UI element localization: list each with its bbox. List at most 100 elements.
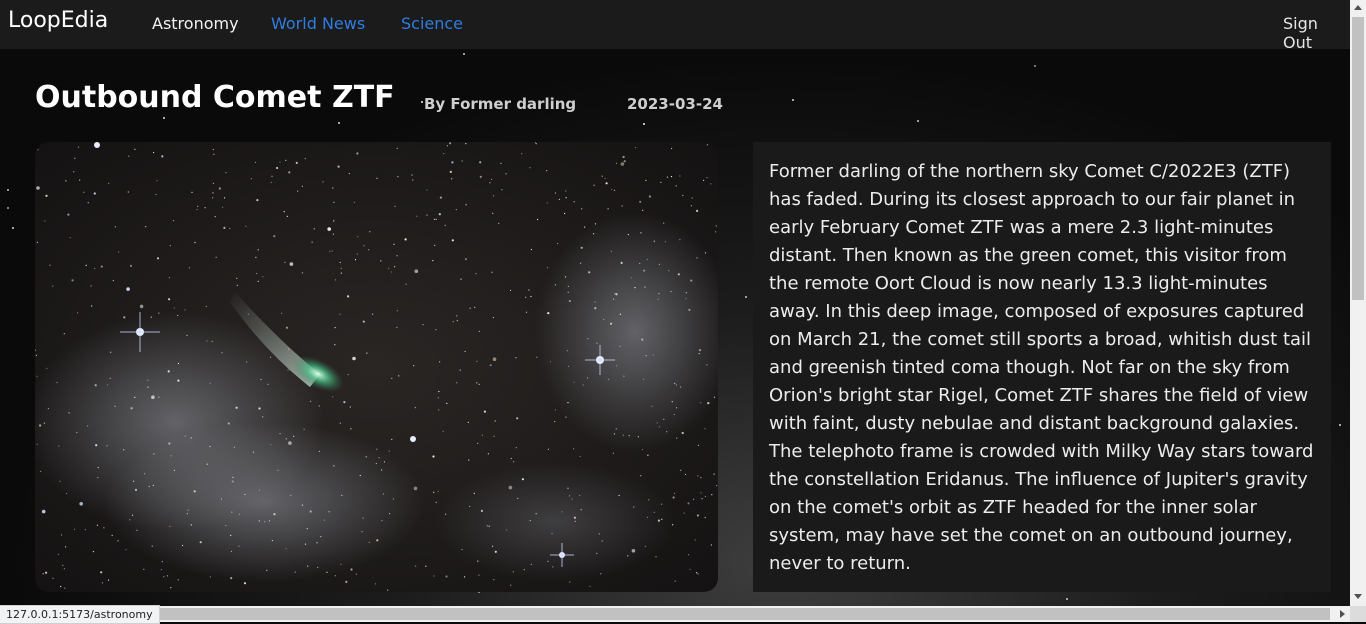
article-author: By Former darling xyxy=(424,95,577,113)
photo-star xyxy=(118,251,120,253)
horizontal-scroll-thumb[interactable] xyxy=(148,608,1330,620)
photo-star xyxy=(696,257,698,259)
photo-star xyxy=(546,170,548,172)
photo-star xyxy=(492,357,497,361)
article-page: Outbound Comet ZTF By Former darling 202… xyxy=(0,49,1350,606)
photo-star xyxy=(425,565,427,567)
photo-star xyxy=(293,435,295,437)
photo-star xyxy=(698,349,702,352)
photo-star xyxy=(273,513,276,516)
photo-star xyxy=(697,573,699,575)
photo-star xyxy=(244,493,246,496)
photo-star xyxy=(267,383,269,385)
photo-star xyxy=(477,560,479,562)
photo-star xyxy=(177,579,179,581)
photo-star xyxy=(688,308,691,311)
background-star xyxy=(7,189,9,191)
photo-star xyxy=(339,422,341,424)
photo-star xyxy=(231,511,233,513)
photo-star xyxy=(163,576,165,578)
photo-star xyxy=(391,438,393,440)
photo-star xyxy=(60,534,63,536)
photo-star xyxy=(492,316,494,319)
photo-star xyxy=(184,309,186,311)
photo-star xyxy=(521,478,524,481)
photo-star xyxy=(608,378,610,380)
background-star xyxy=(421,101,423,103)
photo-star xyxy=(44,220,46,222)
photo-star xyxy=(715,231,717,233)
photo-star xyxy=(339,261,341,264)
photo-star xyxy=(671,401,673,403)
photo-star xyxy=(627,555,629,557)
nav-link-astronomy[interactable]: Astronomy xyxy=(152,14,239,33)
photo-star xyxy=(143,568,145,570)
photo-star xyxy=(426,214,428,216)
vertical-scroll-thumb[interactable] xyxy=(1352,17,1364,300)
photo-star xyxy=(652,354,654,356)
scroll-up-icon[interactable] xyxy=(1354,5,1362,10)
photo-star xyxy=(362,320,365,323)
photo-star xyxy=(91,305,93,307)
photo-star xyxy=(582,384,584,386)
photo-star xyxy=(704,428,706,430)
photo-star xyxy=(640,475,642,477)
photo-star xyxy=(170,587,172,589)
photo-star xyxy=(186,513,188,515)
scroll-down-icon[interactable] xyxy=(1354,594,1362,599)
photo-star xyxy=(710,544,713,546)
vertical-scrollbar[interactable] xyxy=(1350,0,1366,606)
photo-star xyxy=(205,305,207,308)
status-bar-url: 127.0.0.1:5173/astronomy xyxy=(0,605,160,624)
photo-star xyxy=(596,552,598,554)
photo-star xyxy=(177,362,180,365)
photo-star xyxy=(85,264,87,266)
photo-star xyxy=(671,147,673,150)
background-star xyxy=(338,122,340,124)
photo-star xyxy=(426,189,428,191)
photo-star xyxy=(610,250,612,252)
photo-star xyxy=(353,201,356,203)
photo-star xyxy=(627,234,630,236)
nav-link-world-news[interactable]: World News xyxy=(271,14,365,33)
photo-star xyxy=(523,569,525,571)
photo-star xyxy=(558,198,560,200)
photo-star xyxy=(103,527,105,529)
photo-star xyxy=(640,232,642,234)
photo-star xyxy=(641,448,644,451)
photo-star xyxy=(432,455,435,458)
sign-out-link[interactable]: Sign Out xyxy=(1283,14,1350,52)
photo-star xyxy=(663,222,665,224)
photo-star xyxy=(168,277,170,279)
photo-star xyxy=(438,213,441,216)
photo-star xyxy=(674,382,676,384)
photo-star xyxy=(317,566,319,568)
photo-star xyxy=(574,520,576,522)
nav-link-science[interactable]: Science xyxy=(401,14,463,33)
photo-star xyxy=(486,525,488,527)
photo-star xyxy=(233,446,235,448)
photo-star xyxy=(65,180,67,182)
photo-star xyxy=(204,207,206,209)
photo-star xyxy=(569,581,571,583)
photo-star xyxy=(444,224,446,226)
photo-star xyxy=(368,249,370,251)
photo-star xyxy=(366,352,368,354)
photo-star xyxy=(136,529,138,531)
photo-star xyxy=(87,425,89,427)
photo-star xyxy=(605,182,608,185)
photo-star xyxy=(397,176,399,178)
horizontal-scrollbar[interactable] xyxy=(0,606,1350,622)
brand-logo[interactable]: LoopEdia xyxy=(8,8,108,33)
photo-star xyxy=(452,321,454,323)
photo-star xyxy=(643,269,646,272)
photo-star xyxy=(134,396,136,398)
photo-star xyxy=(573,448,575,450)
photo-star xyxy=(387,589,389,591)
photo-star xyxy=(547,560,549,562)
photo-star xyxy=(156,180,158,182)
scroll-right-icon[interactable] xyxy=(1340,610,1345,618)
photo-star xyxy=(707,402,710,405)
photo-star xyxy=(68,412,70,414)
photo-star xyxy=(106,445,108,447)
